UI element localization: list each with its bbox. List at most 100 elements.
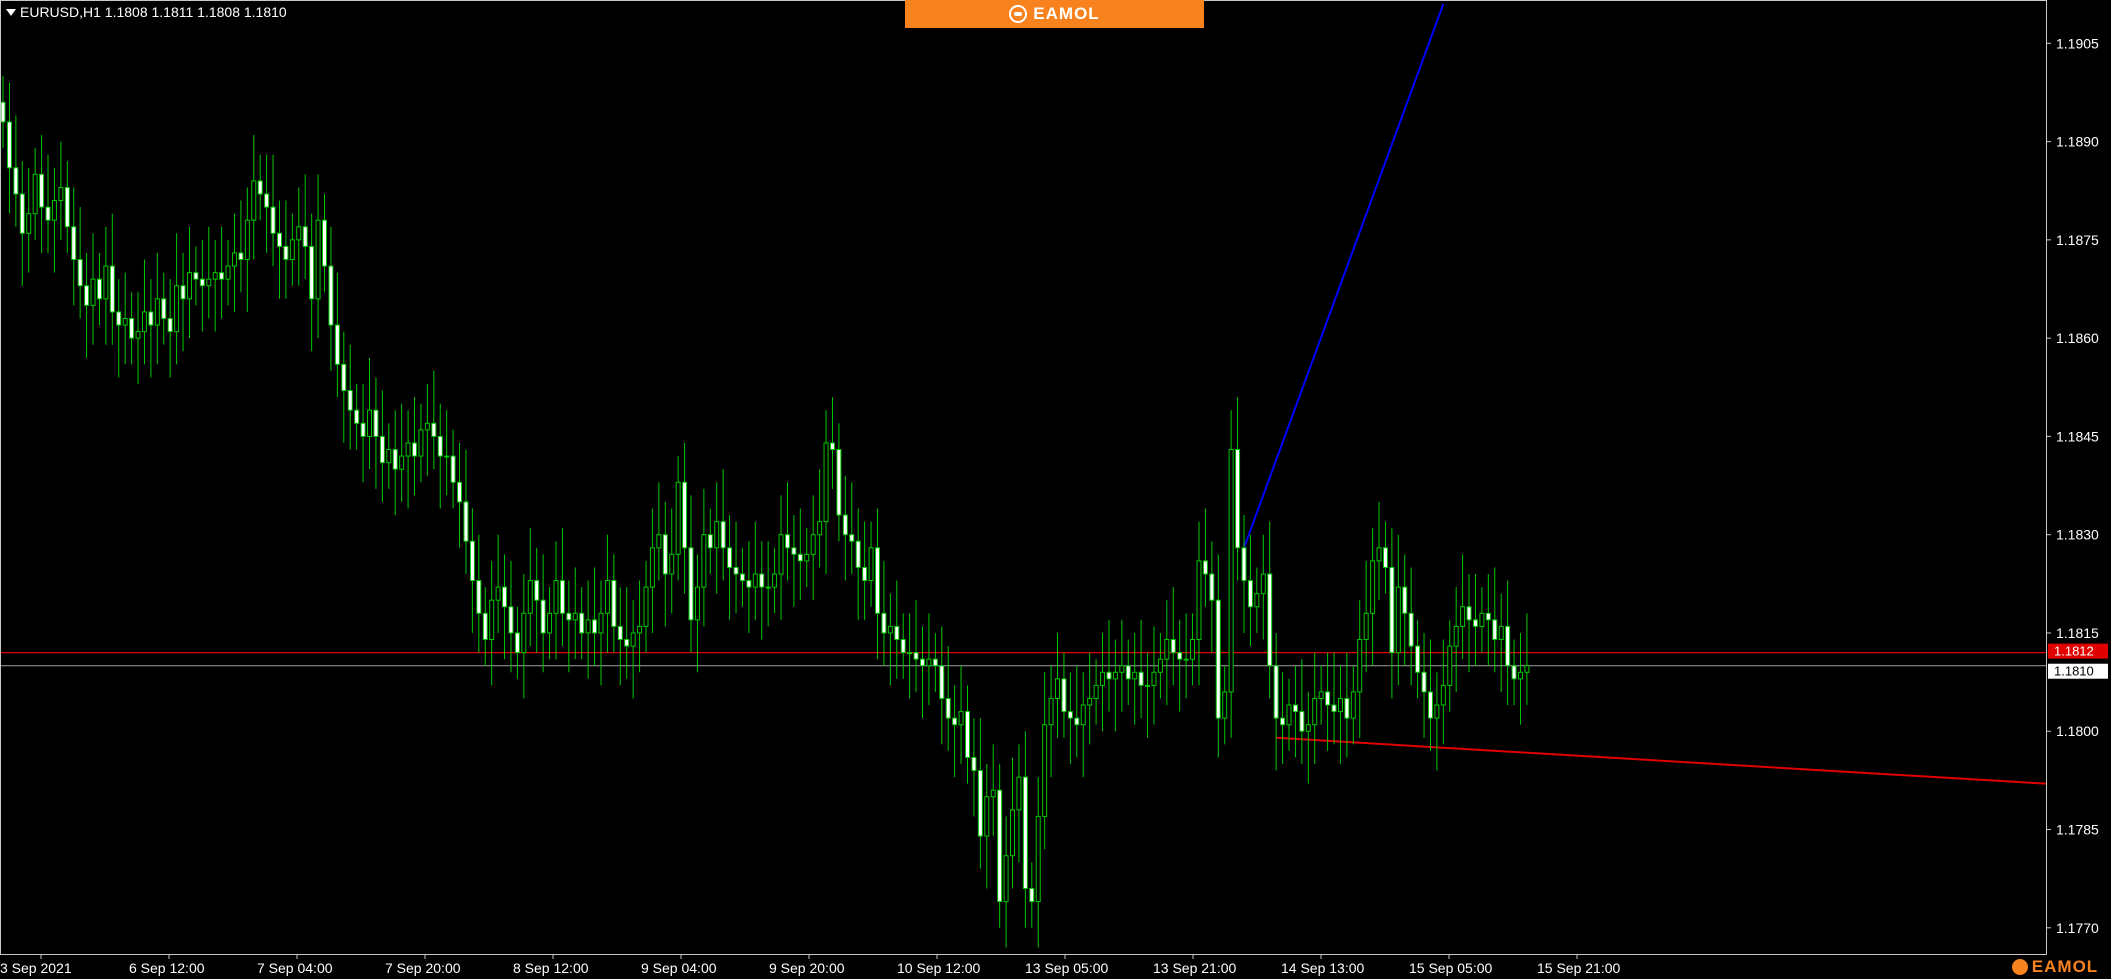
- candle: [849, 482, 855, 574]
- candle: [752, 521, 758, 620]
- candle: [257, 154, 263, 221]
- candle: [1337, 665, 1343, 764]
- y-tick-label: 1.1770: [2056, 920, 2099, 936]
- candle: [1299, 659, 1305, 764]
- candle-body: [547, 612, 553, 634]
- candle-body: [231, 252, 237, 267]
- candle-body: [997, 789, 1003, 903]
- candle-body: [984, 796, 990, 837]
- candle-body: [1427, 691, 1433, 719]
- candle: [1074, 665, 1080, 758]
- brand-banner: EAMOL: [905, 0, 1204, 28]
- candle: [360, 384, 366, 483]
- price-chart[interactable]: 1.1905 1.1890 1.1875 1.1860 1.1845 1.1830 1.18…: [0, 0, 2111, 979]
- candle: [540, 554, 546, 673]
- candle: [604, 534, 610, 653]
- candle-body: [643, 586, 649, 627]
- candle: [617, 587, 623, 686]
- candle: [656, 482, 662, 581]
- candle-body: [322, 219, 327, 267]
- candle: [84, 252, 90, 358]
- candle: [96, 252, 102, 326]
- candle: [823, 410, 829, 574]
- candle: [926, 613, 932, 706]
- candle: [1125, 639, 1131, 706]
- candle: [270, 154, 276, 267]
- candle: [977, 718, 983, 869]
- candle-body: [225, 265, 231, 280]
- candle-body: [437, 435, 443, 457]
- candle: [1003, 816, 1009, 948]
- candle-body: [842, 514, 848, 536]
- candle-body: [302, 226, 308, 247]
- candle: [399, 403, 405, 502]
- candle-body: [96, 278, 102, 300]
- candle: [431, 370, 437, 470]
- candle-body: [1241, 547, 1247, 582]
- candle-body: [469, 540, 475, 582]
- candle-body: [1235, 449, 1241, 549]
- candle: [90, 233, 96, 345]
- candle-body: [367, 409, 373, 437]
- candle-body: [109, 265, 115, 313]
- current-price-label: 1.1810: [2054, 664, 2094, 679]
- candle-body: [1157, 658, 1163, 673]
- candle-body: [823, 442, 829, 523]
- candle: [791, 515, 797, 607]
- candle: [1016, 744, 1022, 863]
- candle-body: [1190, 639, 1196, 660]
- candle-body: [990, 789, 996, 798]
- candle-body: [797, 553, 803, 562]
- candle-body: [457, 481, 463, 503]
- candle-body: [675, 481, 681, 555]
- candle: [1370, 528, 1376, 666]
- candle-body: [1350, 691, 1356, 719]
- candle-body: [1337, 697, 1343, 713]
- candle: [733, 521, 739, 614]
- candle: [919, 626, 925, 719]
- candle-body: [1170, 639, 1176, 654]
- candle: [1517, 632, 1523, 725]
- candle: [469, 508, 475, 633]
- candle-body: [283, 245, 289, 261]
- candle-body: [855, 540, 861, 568]
- candle: [1010, 757, 1016, 889]
- candle-body: [1061, 678, 1067, 713]
- x-tick-label: 15 Sep 21:00: [1537, 960, 1621, 976]
- candle: [694, 554, 700, 673]
- candle: [225, 239, 231, 306]
- candle: [746, 541, 752, 633]
- candle: [508, 560, 514, 673]
- dropdown-triangle-icon[interactable]: [6, 9, 16, 16]
- candle-body: [1312, 697, 1318, 726]
- candle-body: [116, 311, 122, 326]
- candle: [1389, 528, 1395, 699]
- candle: [1241, 515, 1247, 633]
- candle: [238, 200, 244, 293]
- y-tick-label: 1.1875: [2056, 232, 2099, 248]
- candle-body: [739, 573, 745, 582]
- candle: [534, 547, 540, 653]
- candle: [251, 135, 257, 260]
- candle-body: [135, 331, 141, 339]
- candle: [309, 213, 315, 352]
- candle: [109, 213, 115, 345]
- candle-body: [540, 599, 546, 634]
- candle: [1022, 731, 1028, 928]
- candle: [1093, 659, 1099, 725]
- candle: [874, 508, 880, 660]
- candle: [894, 580, 900, 679]
- candle-body: [1511, 665, 1517, 680]
- candle: [913, 600, 919, 692]
- candle: [720, 469, 726, 581]
- candle: [598, 580, 604, 686]
- candle-body: [688, 547, 694, 621]
- candle: [1363, 560, 1369, 673]
- candle: [26, 167, 32, 273]
- candle-body: [1042, 724, 1048, 817]
- candle: [45, 154, 51, 253]
- candle-body: [1305, 724, 1311, 732]
- candle: [71, 187, 77, 306]
- candle: [1305, 691, 1311, 784]
- candle-body: [868, 547, 874, 582]
